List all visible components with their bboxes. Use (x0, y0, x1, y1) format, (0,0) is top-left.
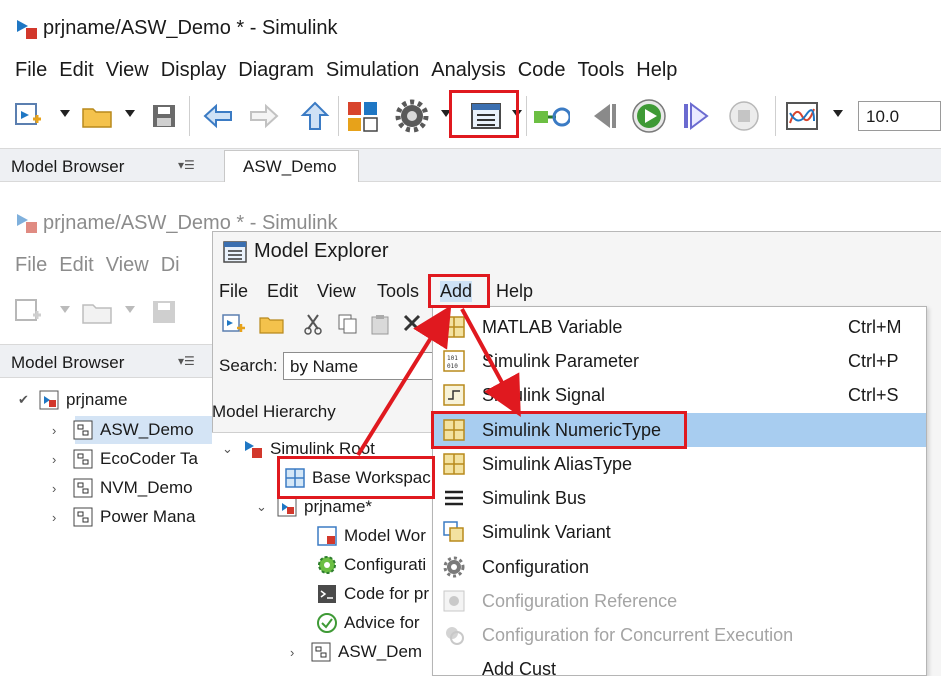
annotation-arrows (356, 305, 521, 457)
